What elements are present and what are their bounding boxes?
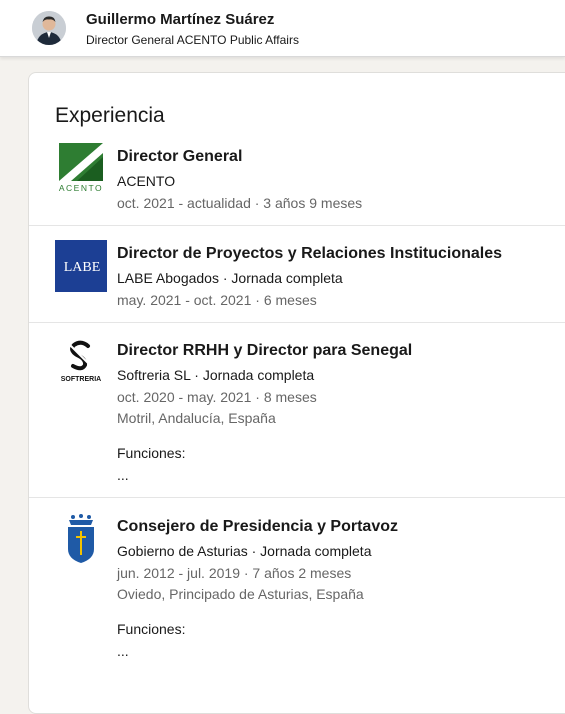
company-name: Gobierno de Asturias · Jornada completa — [117, 543, 372, 559]
section-title: Experiencia — [55, 104, 165, 127]
profile-headline: Director General ACENTO Public Affairs — [86, 33, 299, 47]
svg-text:SOFTRERIA: SOFTRERIA — [61, 376, 101, 383]
description-label: Funciones: — [117, 445, 186, 461]
job-dates: oct. 2021 - actualidad · 3 años 9 meses — [117, 195, 363, 211]
description-label: Funciones: — [117, 621, 186, 637]
softreria-logo-icon[interactable]: SOFTRERIA — [55, 337, 107, 389]
job-title[interactable]: Director de Proyectos y Relaciones Insti… — [117, 245, 502, 263]
svg-text:LABE: LABE — [64, 260, 101, 275]
job-title[interactable]: Director General — [117, 148, 242, 166]
job-dates: may. 2021 - oct. 2021 · 6 meses — [117, 292, 317, 308]
profile-sticky-header: Guillermo Martínez Suárez Director Gener… — [0, 0, 565, 57]
svg-text:ACENTO: ACENTO — [59, 183, 103, 193]
asturias-coat-of-arms-icon[interactable] — [55, 513, 107, 565]
company-name: ACENTO — [117, 173, 176, 189]
description-more[interactable]: ... — [117, 643, 129, 659]
acento-logo-icon[interactable]: ACENTO — [55, 143, 107, 195]
company-name: LABE Abogados · Jornada completa — [117, 270, 343, 286]
job-title[interactable]: Consejero de Presidencia y Portavoz — [117, 518, 398, 536]
job-title[interactable]: Director RRHH y Director para Senegal — [117, 342, 412, 360]
description-more[interactable]: ... — [117, 467, 129, 483]
divider — [29, 322, 565, 323]
divider — [29, 225, 565, 226]
profile-name[interactable]: Guillermo Martínez Suárez — [86, 11, 274, 28]
labe-logo-icon[interactable]: LABE — [55, 240, 107, 292]
company-name: Softreria SL · Jornada completa — [117, 367, 315, 383]
job-location: Oviedo, Principado de Asturias, España — [117, 586, 364, 602]
job-location: Motril, Andalucía, España — [117, 410, 276, 426]
avatar[interactable] — [32, 11, 66, 45]
job-dates: oct. 2020 - may. 2021 · 8 meses — [117, 389, 317, 405]
experience-card: Experiencia ACENTO Director General ACEN… — [28, 72, 565, 714]
divider — [29, 497, 565, 498]
job-dates: jun. 2012 - jul. 2019 · 7 años 2 meses — [117, 565, 352, 581]
